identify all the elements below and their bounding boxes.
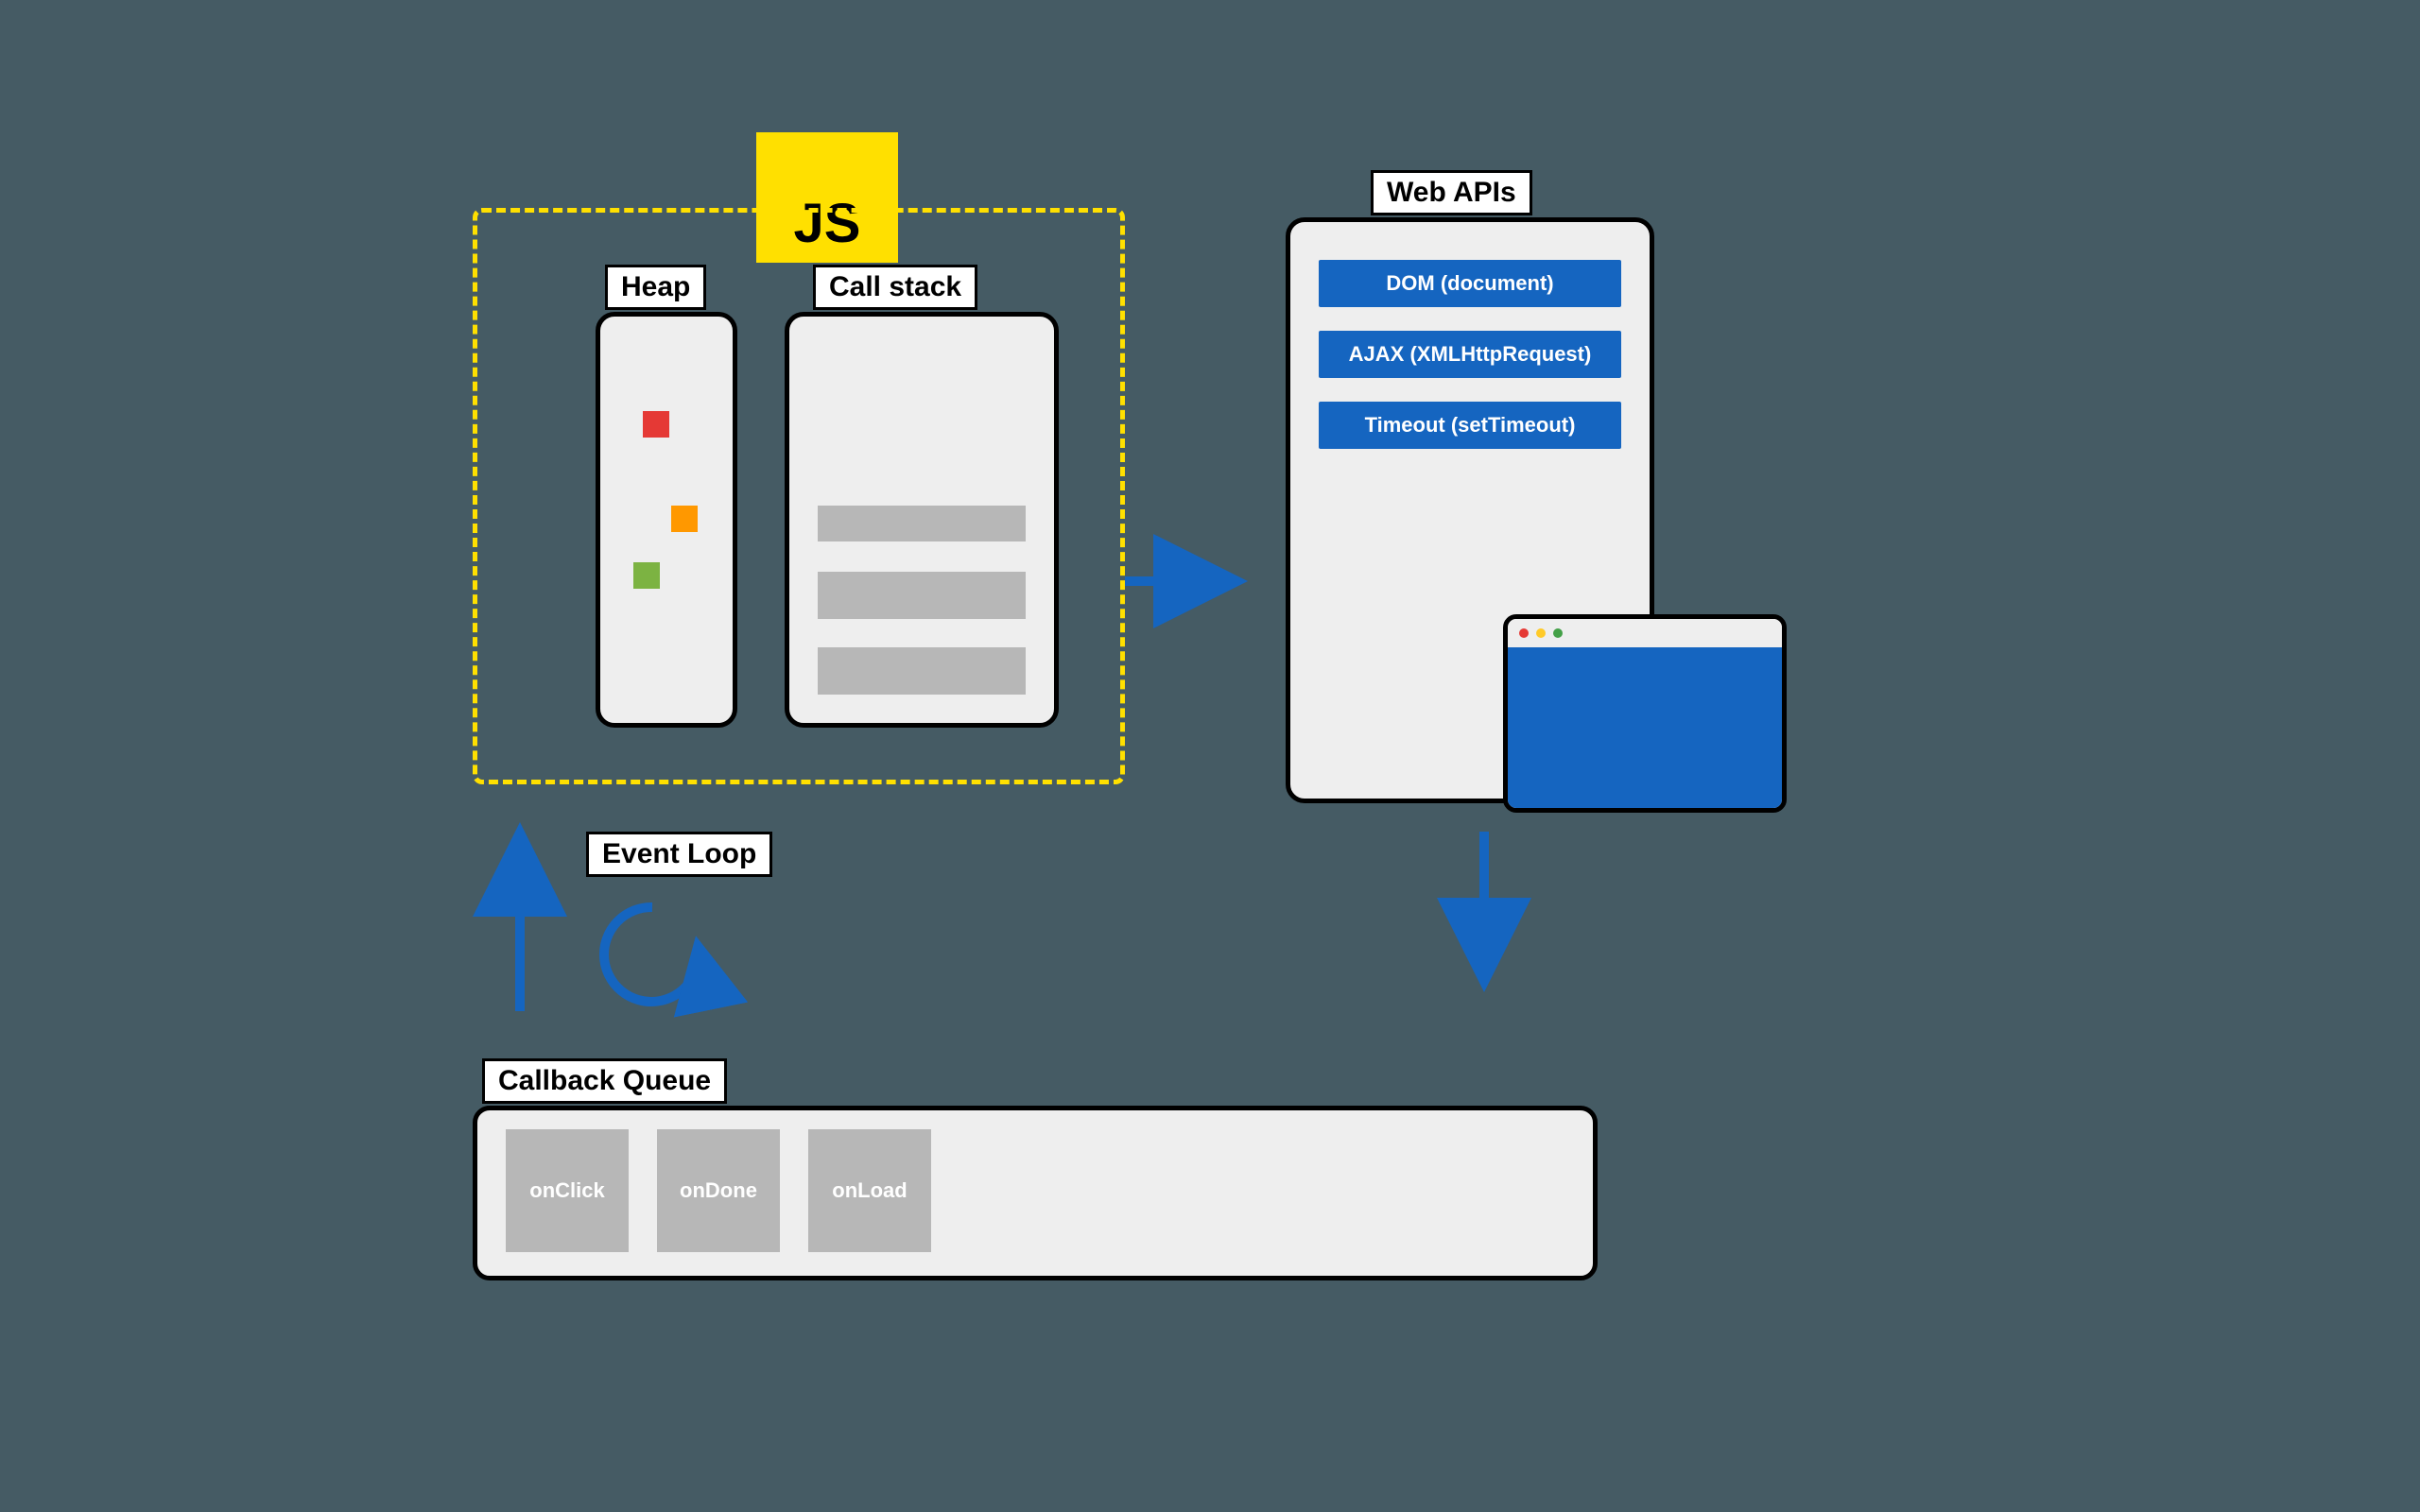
callback-queue-label: Callback Queue	[482, 1058, 727, 1104]
callback-item: onClick	[506, 1129, 629, 1252]
browser-window-icon	[1503, 614, 1787, 813]
callback-queue-panel: onClick onDone onLoad	[473, 1106, 1598, 1280]
traffic-light-green-icon	[1553, 628, 1563, 638]
event-loop-icon	[586, 888, 718, 1021]
heap-object-dot	[633, 562, 660, 589]
callback-item: onDone	[657, 1129, 780, 1252]
arrow-queue-to-stack	[492, 822, 548, 1021]
stack-frame	[818, 506, 1026, 541]
call-stack-panel	[785, 312, 1059, 728]
call-stack-label: Call stack	[813, 265, 977, 310]
web-api-dom: DOM (document)	[1319, 260, 1621, 307]
stack-frame	[818, 572, 1026, 619]
arrow-webapis-to-queue	[1456, 832, 1512, 1002]
traffic-light-red-icon	[1519, 628, 1529, 638]
heap-object-dot	[643, 411, 669, 438]
heap-object-dot	[671, 506, 698, 532]
callback-item: onLoad	[808, 1129, 931, 1252]
traffic-light-yellow-icon	[1536, 628, 1546, 638]
heap-label: Heap	[605, 265, 706, 310]
stack-frame	[818, 647, 1026, 695]
arrow-stack-to-webapis	[1125, 558, 1257, 605]
browser-titlebar	[1508, 619, 1782, 647]
web-api-timeout: Timeout (setTimeout)	[1319, 402, 1621, 449]
web-api-ajax: AJAX (XMLHttpRequest)	[1319, 331, 1621, 378]
browser-body	[1508, 647, 1782, 808]
web-apis-label: Web APIs	[1371, 170, 1532, 215]
event-loop-label: Event Loop	[586, 832, 772, 877]
heap-panel	[596, 312, 737, 728]
